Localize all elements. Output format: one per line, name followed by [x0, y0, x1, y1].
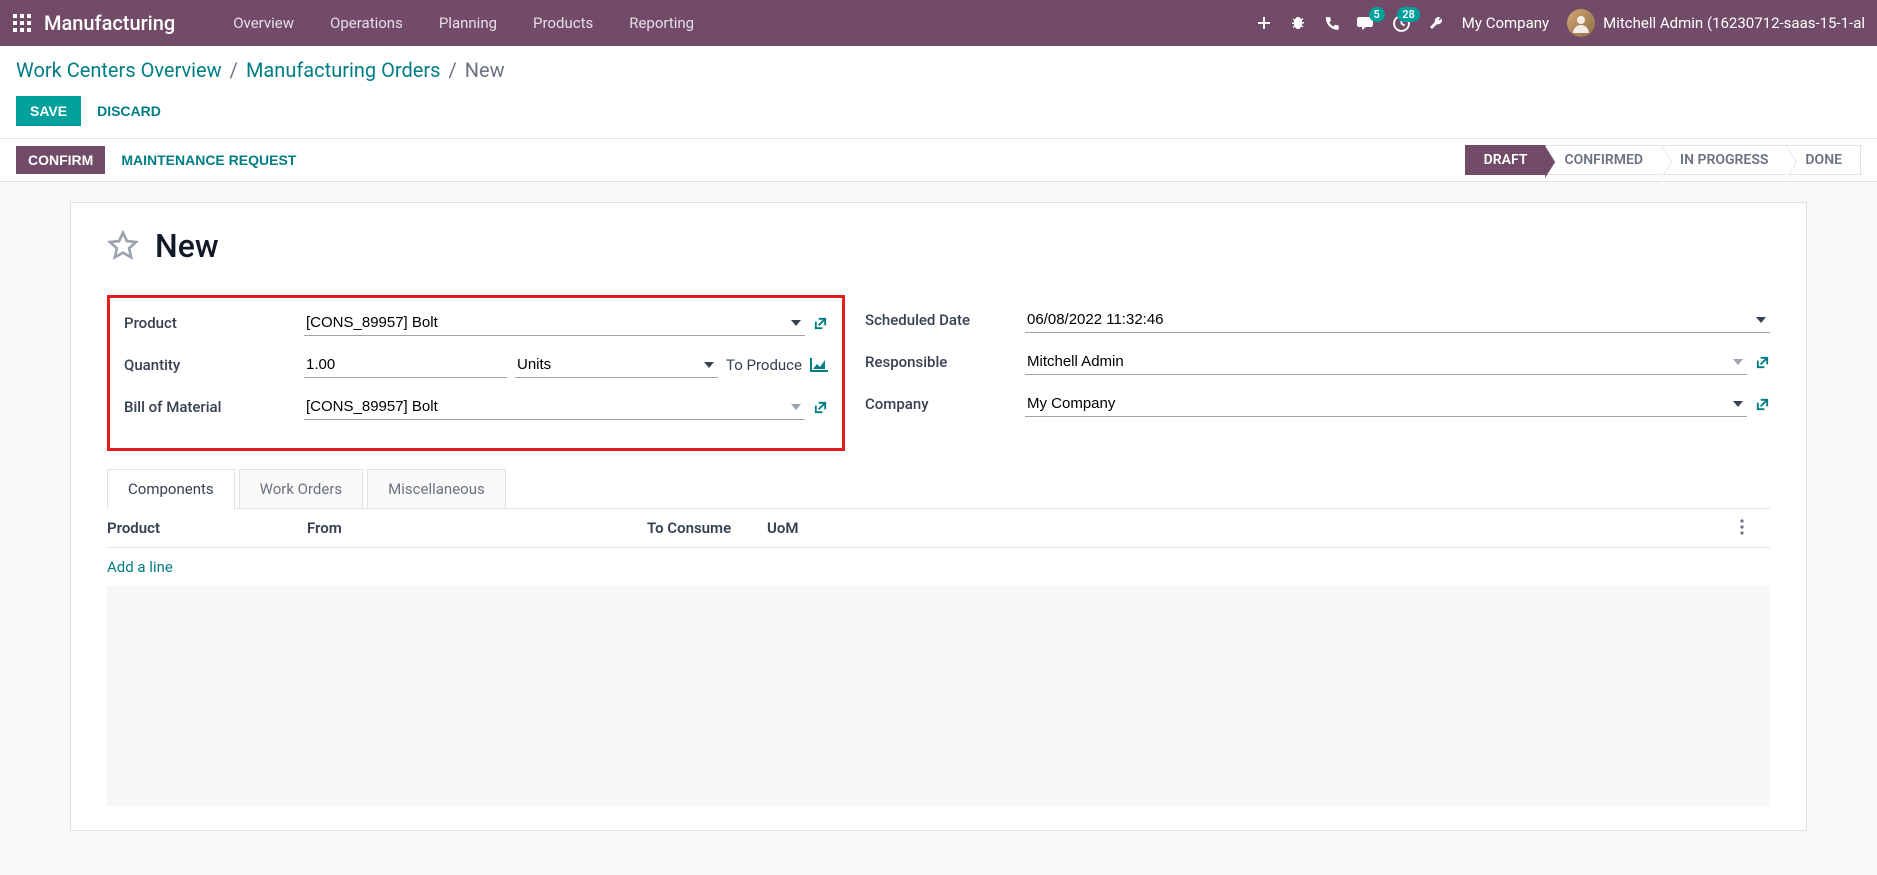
activities-badge: 28	[1397, 7, 1420, 22]
main-menu: Overview Operations Planning Products Re…	[215, 2, 712, 44]
uom-field[interactable]	[515, 352, 718, 378]
breadcrumb-link-workcenters[interactable]: Work Centers Overview	[16, 58, 222, 82]
step-draft[interactable]: DRAFT	[1465, 145, 1547, 175]
form-sheet: New Product	[70, 202, 1807, 831]
menu-operations[interactable]: Operations	[312, 2, 421, 44]
responsible-field[interactable]	[1025, 349, 1747, 375]
tab-miscellaneous[interactable]: Miscellaneous	[367, 469, 506, 509]
sheet-container: New Product	[0, 182, 1877, 851]
menu-overview[interactable]: Overview	[215, 2, 312, 44]
breadcrumb-link-mos[interactable]: Manufacturing Orders	[246, 58, 441, 82]
highlighted-fields: Product	[107, 295, 845, 451]
avatar	[1567, 9, 1595, 37]
scheduled-date-label: Scheduled Date	[865, 311, 1025, 329]
status-bar: CONFIRM MAINTENANCE REQUEST DRAFT CONFIR…	[0, 138, 1877, 182]
quantity-label: Quantity	[124, 356, 304, 374]
tab-work-orders[interactable]: Work Orders	[239, 469, 364, 509]
messages-badge: 5	[1369, 7, 1385, 22]
bug-icon[interactable]	[1290, 15, 1306, 31]
company-selector[interactable]: My Company	[1462, 14, 1549, 32]
breadcrumb-sep: /	[448, 58, 456, 82]
confirm-button[interactable]: CONFIRM	[16, 146, 105, 174]
company-field[interactable]	[1025, 391, 1747, 417]
status-steps: DRAFT CONFIRMED IN PROGRESS DONE	[1465, 145, 1861, 175]
step-confirmed[interactable]: CONFIRMED	[1546, 145, 1662, 175]
top-navbar: Manufacturing Overview Operations Planni…	[0, 0, 1877, 46]
step-in-progress[interactable]: IN PROGRESS	[1662, 145, 1787, 175]
clock-icon[interactable]: 28	[1393, 15, 1410, 32]
maintenance-request-button[interactable]: MAINTENANCE REQUEST	[121, 152, 296, 168]
th-to-consume: To Consume	[647, 519, 767, 537]
menu-reporting[interactable]: Reporting	[611, 2, 712, 44]
forecast-chart-icon[interactable]	[810, 358, 828, 372]
star-icon[interactable]	[107, 230, 139, 262]
menu-products[interactable]: Products	[515, 2, 611, 44]
save-button[interactable]: SAVE	[16, 96, 81, 126]
breadcrumb-sep: /	[230, 58, 238, 82]
tab-components[interactable]: Components	[107, 469, 235, 509]
discard-button[interactable]: DISCARD	[97, 103, 161, 119]
breadcrumb-current: New	[465, 58, 505, 82]
external-link-icon[interactable]	[813, 400, 828, 415]
table-empty-area	[107, 586, 1770, 806]
breadcrumb: Work Centers Overview / Manufacturing Or…	[16, 58, 1861, 82]
external-link-icon[interactable]	[1755, 397, 1770, 412]
product-label: Product	[124, 314, 304, 332]
kebab-menu-icon[interactable]	[1740, 519, 1770, 537]
control-panel: Work Centers Overview / Manufacturing Or…	[0, 46, 1877, 138]
app-brand[interactable]: Manufacturing	[44, 11, 175, 35]
product-field[interactable]	[304, 310, 805, 336]
th-from: From	[307, 519, 647, 537]
th-product: Product	[107, 519, 307, 537]
page-title: New	[155, 227, 219, 265]
quantity-field[interactable]	[304, 352, 507, 378]
th-uom: UoM	[767, 519, 1740, 537]
external-link-icon[interactable]	[1755, 355, 1770, 370]
notebook-tabs: Components Work Orders Miscellaneous	[107, 469, 1770, 509]
user-name: Mitchell Admin (16230712-saas-15-1-al	[1603, 14, 1865, 32]
tools-icon[interactable]	[1428, 15, 1444, 31]
bom-field[interactable]	[304, 394, 805, 420]
responsible-label: Responsible	[865, 353, 1025, 371]
phone-icon[interactable]	[1324, 16, 1339, 31]
scheduled-date-field[interactable]	[1025, 307, 1770, 333]
apps-icon[interactable]	[8, 9, 36, 37]
add-line-link[interactable]: Add a line	[107, 558, 173, 576]
messages-icon[interactable]: 5	[1357, 15, 1375, 31]
external-link-icon[interactable]	[813, 316, 828, 331]
user-menu[interactable]: Mitchell Admin (16230712-saas-15-1-al	[1567, 9, 1865, 37]
to-produce-label: To Produce	[726, 356, 802, 374]
topbar-right: 5 28 My Company Mitchell Admin (16230712…	[1256, 9, 1869, 37]
menu-planning[interactable]: Planning	[421, 2, 515, 44]
step-done[interactable]: DONE	[1787, 145, 1861, 175]
plus-icon[interactable]	[1256, 15, 1272, 31]
company-label: Company	[865, 395, 1025, 413]
components-table: Product From To Consume UoM Add a line	[107, 509, 1770, 806]
bom-label: Bill of Material	[124, 398, 304, 416]
